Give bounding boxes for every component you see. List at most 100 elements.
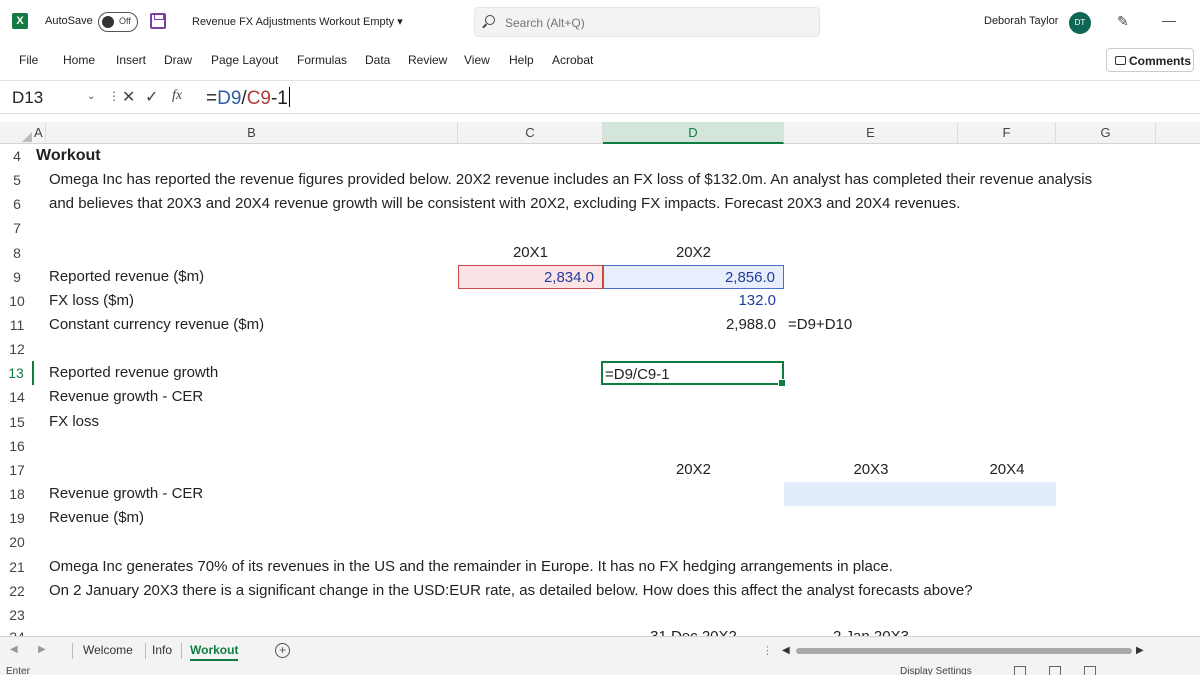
next-sheet-icon[interactable]: ▶ [38, 644, 46, 655]
column-header-b[interactable]: B [46, 122, 458, 144]
menu-formulas[interactable]: Formulas [297, 53, 347, 67]
cell-b22[interactable]: On 2 January 20X3 there is a significant… [49, 579, 973, 603]
row-header[interactable]: 6 [0, 192, 34, 216]
more-icon[interactable]: ⋮ [762, 644, 773, 657]
cell-f17[interactable]: 20X4 [958, 458, 1056, 482]
scroll-left-icon[interactable]: ◀ [782, 645, 790, 656]
avatar[interactable]: DT [1069, 12, 1091, 34]
add-sheet-icon[interactable]: + [275, 643, 290, 658]
cell-e17[interactable]: 20X3 [784, 458, 958, 482]
row-header[interactable]: 4 [0, 144, 34, 168]
row-header[interactable]: 22 [0, 579, 34, 603]
cell-b19[interactable]: Revenue ($m) [49, 506, 144, 530]
cell-e24[interactable]: 2 Jan 20X3 [784, 627, 958, 636]
menu-file[interactable]: File [19, 53, 38, 67]
name-box[interactable]: D13 [12, 88, 43, 108]
cell-f18[interactable] [958, 482, 1056, 506]
display-settings-button[interactable]: Display Settings [900, 666, 972, 675]
cell-d24[interactable]: 31 Dec 20X2 [603, 627, 784, 636]
row-header[interactable]: 24 [0, 627, 34, 636]
menu-help[interactable]: Help [509, 53, 534, 67]
row-header[interactable]: 15 [0, 410, 34, 434]
autosave-toggle[interactable]: Off [98, 12, 138, 32]
cell-e18[interactable] [784, 482, 958, 506]
chevron-down-icon[interactable]: ⌄ [87, 91, 95, 102]
save-icon[interactable] [150, 13, 166, 29]
cell-b15[interactable]: FX loss [49, 410, 99, 434]
column-header-g[interactable]: G [1056, 122, 1156, 144]
menu-draw[interactable]: Draw [164, 53, 192, 67]
row-header[interactable]: 17 [0, 458, 34, 482]
scroll-right-icon[interactable]: ▶ [1136, 645, 1144, 656]
comments-button[interactable]: Comments [1106, 48, 1194, 72]
row-header[interactable]: 20 [0, 530, 34, 554]
row-header[interactable]: 16 [0, 434, 34, 458]
cell-d13-active[interactable]: =D9/C9-1 [601, 361, 786, 387]
cell-b13[interactable]: Reported revenue growth [49, 361, 218, 385]
row-header[interactable]: 14 [0, 385, 34, 409]
search-input[interactable] [505, 14, 805, 32]
cell-d8[interactable]: 20X2 [603, 241, 784, 265]
menu-data[interactable]: Data [365, 53, 390, 67]
column-header-a[interactable]: A [34, 122, 46, 144]
column-header-e[interactable]: E [784, 122, 958, 144]
pen-icon[interactable]: ✎ [1117, 13, 1129, 30]
user-name[interactable]: Deborah Taylor [984, 15, 1058, 27]
select-all-icon[interactable] [0, 122, 34, 144]
cell-e11[interactable]: =D9+D10 [788, 313, 852, 337]
row-header[interactable]: 9 [0, 265, 34, 289]
cell-b11[interactable]: Constant currency revenue ($m) [49, 313, 264, 337]
cell-b18[interactable]: Revenue growth - CER [49, 482, 203, 506]
page-break-view-icon[interactable] [1084, 666, 1096, 675]
menu-home[interactable]: Home [63, 53, 95, 67]
row-header[interactable]: 18 [0, 482, 34, 506]
enter-icon[interactable]: ✓ [145, 87, 158, 107]
menu-view[interactable]: View [464, 53, 490, 67]
cell-b10[interactable]: FX loss ($m) [49, 289, 134, 313]
row-header[interactable]: 12 [0, 337, 34, 361]
search-box[interactable] [474, 7, 820, 37]
cancel-icon[interactable]: ✕ [122, 87, 135, 107]
cell-d17[interactable]: 20X2 [603, 458, 784, 482]
row-header[interactable]: 13 [0, 361, 34, 385]
tab-workout[interactable]: Workout [190, 643, 239, 661]
cell-d10[interactable]: 132.0 [603, 289, 784, 313]
column-header-c[interactable]: C [458, 122, 603, 144]
minimize-icon[interactable]: — [1162, 12, 1176, 28]
formula-input[interactable]: =D9/C9-1 [206, 87, 290, 110]
row-header[interactable]: 8 [0, 241, 34, 265]
row-header[interactable]: 19 [0, 506, 34, 530]
cell-c9[interactable]: 2,834.0 [458, 265, 603, 289]
tab-info[interactable]: Info [152, 643, 172, 657]
column-header-f[interactable]: F [958, 122, 1056, 144]
row-11: 11 Constant currency revenue ($m) 2,988.… [0, 313, 1200, 337]
document-title[interactable]: Revenue FX Adjustments Workout Empty ▾ [192, 15, 403, 28]
page-layout-view-icon[interactable] [1049, 666, 1061, 675]
row-header[interactable]: 5 [0, 168, 34, 192]
menu-acrobat[interactable]: Acrobat [552, 53, 593, 67]
cell-b6[interactable]: and believes that 20X3 and 20X4 revenue … [49, 192, 960, 216]
row-header[interactable]: 11 [0, 313, 34, 337]
menu-insert[interactable]: Insert [116, 53, 146, 67]
cell-b9[interactable]: Reported revenue ($m) [49, 265, 204, 289]
normal-view-icon[interactable] [1014, 666, 1026, 675]
cell-b21[interactable]: Omega Inc generates 70% of its revenues … [49, 555, 893, 579]
row-header[interactable]: 7 [0, 216, 34, 240]
cell-b14[interactable]: Revenue growth - CER [49, 385, 203, 409]
menu-page-layout[interactable]: Page Layout [211, 53, 278, 67]
cell-d9[interactable]: 2,856.0 [603, 265, 784, 289]
cell-c8[interactable]: 20X1 [458, 241, 603, 265]
column-header-d[interactable]: D [603, 122, 784, 144]
menu-review[interactable]: Review [408, 53, 447, 67]
tab-welcome[interactable]: Welcome [83, 643, 133, 657]
row-header[interactable]: 10 [0, 289, 34, 313]
title-bar: X AutoSave Off Revenue FX Adjustments Wo… [0, 0, 1200, 44]
prev-sheet-icon[interactable]: ◀ [10, 644, 18, 655]
horizontal-scrollbar[interactable] [796, 648, 1132, 654]
insert-function-icon[interactable]: fx [172, 88, 182, 104]
row-header[interactable]: 23 [0, 603, 34, 627]
cell-a4[interactable]: Workout [36, 144, 101, 168]
row-header[interactable]: 21 [0, 555, 34, 579]
cell-d11[interactable]: 2,988.0 [603, 313, 784, 337]
cell-b5[interactable]: Omega Inc has reported the revenue figur… [49, 168, 1200, 192]
